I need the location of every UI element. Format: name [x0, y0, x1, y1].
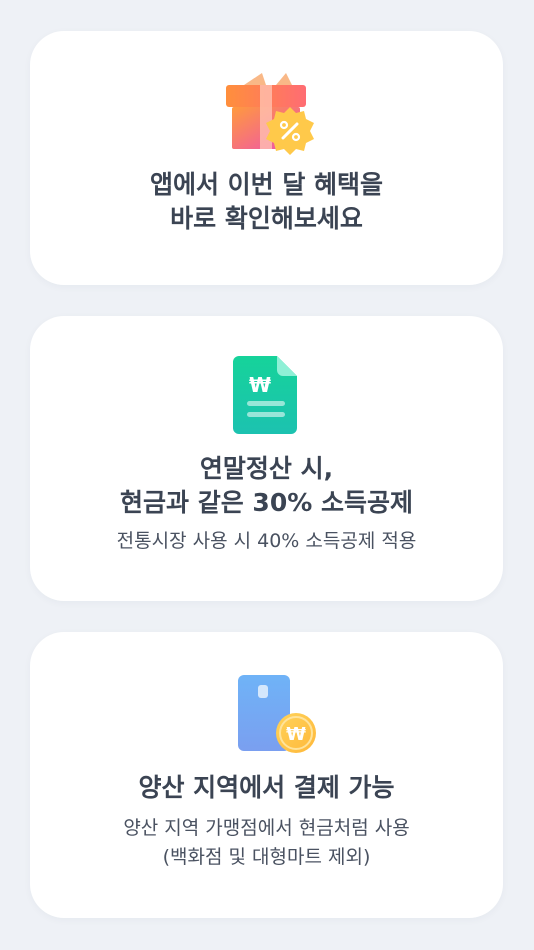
card-subtitle-line: 양산 지역 가맹점에서 현금처럼 사용 [123, 817, 410, 839]
card-subtitle-line: (백화점 및 대형마트 제외) [162, 846, 371, 868]
card-title: 앱에서 이번 달 혜택을 바로 확인해보세요 [30, 168, 503, 236]
card-title: 양산 지역에서 결제 가능 [30, 771, 503, 805]
svg-text:₩: ₩ [286, 724, 306, 745]
benefit-card-region[interactable]: ₩ 양산 지역에서 결제 가능 양산 지역 가맹점에서 현금처럼 사용 (백화점… [30, 632, 503, 918]
card-title-line: 연말정산 시, [199, 454, 334, 483]
card-title-line: 현금과 같은 30% 소득공제 [120, 488, 413, 517]
card-title-line: 앱에서 이번 달 혜택을 [149, 170, 384, 199]
card-title-line: 양산 지역에서 결제 가능 [138, 773, 395, 802]
card-subtitle: 양산 지역 가맹점에서 현금처럼 사용 (백화점 및 대형마트 제외) [30, 814, 503, 872]
won-document-icon: ₩ [233, 356, 301, 436]
won-card-icon: ₩ [238, 675, 316, 755]
card-title: 연말정산 시, 현금과 같은 30% 소득공제 [30, 452, 503, 520]
card-subtitle-line: 전통시장 사용 시 40% 소득공제 적용 [116, 530, 417, 552]
benefit-card-app[interactable]: 앱에서 이번 달 혜택을 바로 확인해보세요 [30, 31, 503, 285]
card-subtitle: 전통시장 사용 시 40% 소득공제 적용 [30, 527, 503, 556]
benefit-card-tax[interactable]: ₩ 연말정산 시, 현금과 같은 30% 소득공제 전통시장 사용 시 40% … [30, 316, 503, 601]
card-title-line: 바로 확인해보세요 [170, 204, 363, 233]
svg-text:₩: ₩ [249, 373, 271, 397]
gift-percent-icon [222, 71, 314, 155]
